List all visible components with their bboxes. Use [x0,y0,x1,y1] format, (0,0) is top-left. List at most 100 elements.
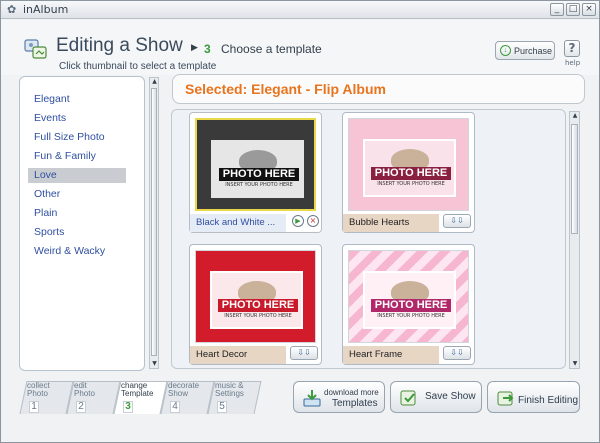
photo-here-text: PHOTO HERE [219,168,299,181]
photo-placeholder: PHOTO HERE INSERT YOUR PHOTO HERE [363,271,456,329]
template-thumbnail[interactable]: PHOTO HERE INSERT YOUR PHOTO HERE [195,118,316,211]
download-arrows-icon: ⇩⇩ [297,348,311,357]
category-item[interactable]: Sports [28,225,126,240]
wizard-tab-music-settings[interactable]: music & Settings 5 [207,379,262,415]
photo-here-text: PHOTO HERE [371,299,451,312]
close-button[interactable]: × [582,3,596,16]
title-bar[interactable]: ✿ inAlbum _ □ × [1,1,599,19]
close-icon: × [309,216,317,225]
save-show-button[interactable]: Save Show [390,381,482,413]
scroll-thumb[interactable] [151,88,157,356]
scroll-up-icon[interactable]: ▲ [151,78,158,86]
puzzle-photo-icon [24,39,47,59]
photo-placeholder: PHOTO HERE INSERT YOUR PHOTO HERE [211,140,304,198]
maximize-button[interactable]: □ [566,3,580,16]
finish-editing-label: Finish Editing [518,395,579,406]
save-arrow-icon [400,390,416,406]
category-item[interactable]: Events [28,111,126,126]
template-card[interactable]: PHOTO HERE INSERT YOUR PHOTO HERE Heart … [189,244,322,365]
download-template-button[interactable]: ⇩⇩ [443,214,471,228]
category-item[interactable]: Elegant [28,92,126,107]
header: Editing a Show ▶ 3 Choose a template Cli… [1,20,599,75]
scroll-thumb[interactable] [571,124,578,234]
photo-placeholder: PHOTO HERE INSERT YOUR PHOTO HERE [210,271,303,329]
preview-play-button[interactable]: ▶ [292,215,304,227]
remove-button[interactable]: × [307,215,319,227]
app-window: ✿ inAlbum _ □ × Editing a Show ▶ 3 Choos… [0,0,600,443]
download-arrows-icon: ⇩⇩ [450,216,464,225]
category-item[interactable]: Plain [28,206,126,221]
category-item[interactable]: Other [28,187,126,202]
wizard-tab-number: 5 [217,401,227,413]
save-show-label: Save Show [425,391,476,402]
page-title: Editing a Show [56,35,183,56]
download-arrows-icon: ⇩⇩ [450,348,464,357]
template-card[interactable]: PHOTO HERE INSERT YOUR PHOTO HERE Black … [189,112,322,233]
purchase-button[interactable]: ↓ Purchase [495,41,555,60]
template-card[interactable]: PHOTO HERE INSERT YOUR PHOTO HERE Heart … [342,244,475,365]
instruction-text: Click thumbnail to select a template [59,61,217,72]
template-scrollbar[interactable]: ▲ ▼ [569,111,580,369]
step-label: Choose a template [221,42,322,56]
download-template-button[interactable]: ⇩⇩ [290,346,318,360]
wizard-tab-change-template[interactable]: change Template 3 [113,379,168,415]
scroll-down-icon[interactable]: ▼ [571,360,579,368]
category-item[interactable]: Weird & Wacky [28,244,126,259]
wizard-tab-edit-photo[interactable]: edit Photo 2 [66,379,121,415]
step-number: 3 [204,42,211,56]
insert-photo-text: INSERT YOUR PHOTO HERE [225,182,293,188]
insert-photo-text: INSERT YOUR PHOTO HERE [377,313,445,319]
download-more-templates-button[interactable]: download more Templates [293,381,385,413]
help-button[interactable]: ? [564,40,580,57]
wizard-tab-label: change Template [121,381,154,398]
category-scrollbar[interactable]: ▲ ▼ [149,77,159,369]
scroll-up-icon[interactable]: ▲ [571,112,579,120]
wizard-tab-decorate-show[interactable]: decorate Show 4 [160,379,215,415]
play-icon: ▶ [295,217,301,225]
insert-photo-text: INSERT YOUR PHOTO HERE [377,181,445,187]
wizard-steps: collect Photo 1 edit Photo 2 change Templat… [19,379,263,415]
category-list: Elegant Events Full Size Photo Fun & Fam… [19,76,145,371]
wizard-tab-label: edit Photo [74,381,95,398]
template-thumbnail[interactable]: PHOTO HERE INSERT YOUR PHOTO HERE [348,250,469,343]
question-icon: ? [568,41,576,55]
finish-arrow-icon [497,391,514,406]
template-name: Bubble Hearts [343,214,439,232]
category-item[interactable]: Fun & Family [28,149,126,164]
wizard-tab-collect-photo[interactable]: collect Photo 1 [19,379,74,415]
category-item-selected[interactable]: Love [28,168,126,183]
breadcrumb-arrow-icon: ▶ [191,43,198,53]
finish-editing-button[interactable]: Finish Editing [487,381,580,413]
insert-photo-text: INSERT YOUR PHOTO HERE [224,313,292,319]
download-template-button[interactable]: ⇩⇩ [443,346,471,360]
download-tray-icon [303,390,321,407]
wizard-tab-number: 3 [123,401,133,413]
download-line2: Templates [332,398,378,409]
paw-icon: ✿ [7,2,17,16]
template-thumbnail[interactable]: PHOTO HERE INSERT YOUR PHOTO HERE [348,118,469,211]
wizard-tab-label: collect Photo [27,381,50,398]
selection-banner: Selected: Elegant - Flip Album [172,74,585,104]
photo-here-text: PHOTO HERE [371,167,451,180]
category-item[interactable]: Full Size Photo [28,130,126,145]
download-circle-icon: ↓ [500,45,511,56]
wizard-tab-number: 1 [29,401,39,413]
template-name: Heart Decor [190,346,286,364]
selected-template-text: Selected: Elegant - Flip Album [185,81,386,97]
template-thumbnail[interactable]: PHOTO HERE INSERT YOUR PHOTO HERE [195,250,316,343]
photo-placeholder: PHOTO HERE INSERT YOUR PHOTO HERE [363,139,456,197]
purchase-label: Purchase [514,45,553,56]
template-name: Heart Frame [343,346,439,364]
photo-here-text: PHOTO HERE [218,299,298,312]
scroll-down-icon[interactable]: ▼ [151,360,158,368]
window-controls: _ □ × [550,3,596,16]
wizard-tab-label: music & Settings [215,381,244,398]
download-line1: download more [324,388,379,397]
template-name: Black and White ... [190,214,286,232]
template-card[interactable]: PHOTO HERE INSERT YOUR PHOTO HERE Bubble… [342,112,475,233]
wizard-tab-number: 2 [76,401,86,413]
wizard-tab-number: 4 [170,401,180,413]
window-title: inAlbum [23,3,69,16]
template-grid: PHOTO HERE INSERT YOUR PHOTO HERE Black … [171,109,566,369]
minimize-button[interactable]: _ [550,3,564,16]
